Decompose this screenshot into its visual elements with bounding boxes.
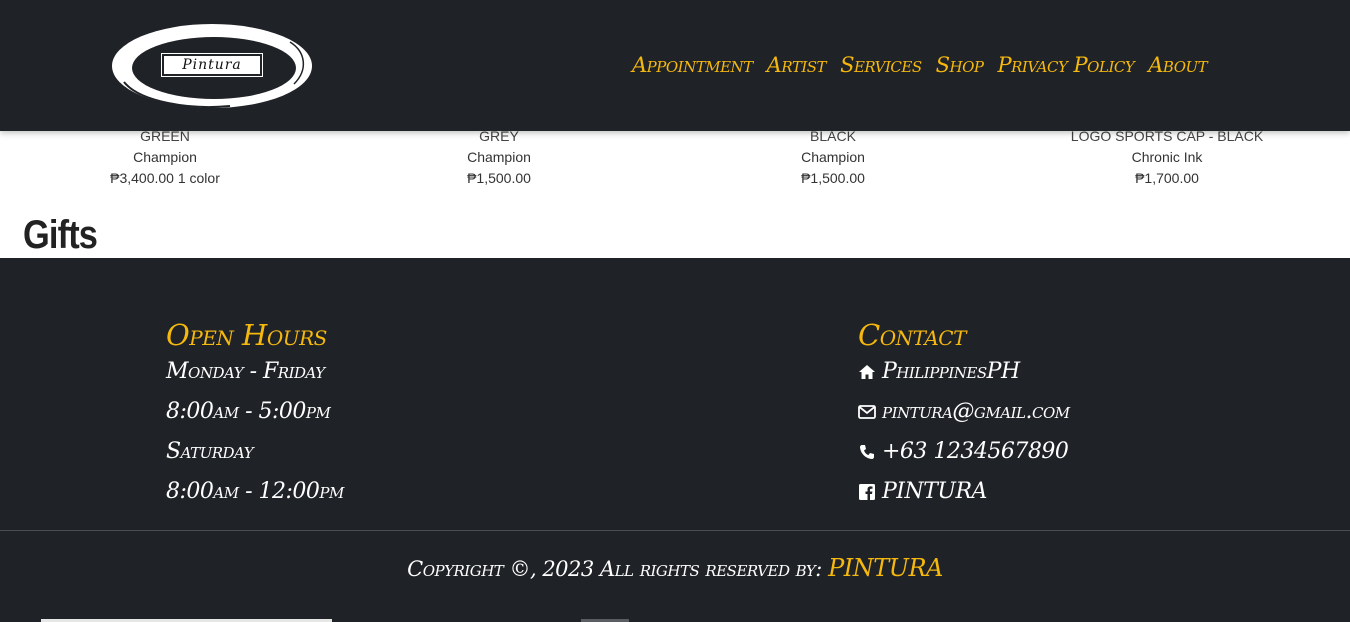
product-card[interactable]: LOGO SPORTS CAP - BLACK Chronic Ink ₱1,7… (1002, 126, 1332, 189)
copyright-brand-link[interactable]: PINTURA (828, 554, 943, 582)
nav-shop[interactable]: Shop (936, 50, 984, 80)
contact-phone-text[interactable]: +63 1234567890 (882, 432, 1069, 472)
contact-facebook[interactable]: PINTURA (858, 472, 1070, 512)
product-brand: Champion (133, 149, 197, 165)
contact-phone[interactable]: +63 1234567890 (858, 432, 1070, 472)
copyright: Copyright ©, 2023 All rights reserved by… (0, 548, 1350, 589)
footer-divider (0, 530, 1350, 531)
contact-column: Contact PhilippinesPH pintura@gmail.com … (858, 318, 1070, 512)
nav-services[interactable]: Services (840, 50, 922, 80)
contact-email-text[interactable]: pintura@gmail.com (882, 392, 1070, 432)
hours-days-saturday: Saturday (166, 439, 254, 464)
logo-text: Pintura (161, 53, 263, 77)
product-price: ₱1,500.00 (801, 170, 865, 186)
site-footer: Open Hours Monday - Friday 8:00am - 5:00… (0, 258, 1350, 622)
contact-email[interactable]: pintura@gmail.com (858, 392, 1070, 432)
hours-time-weekday: 8:00am - 5:00pm (166, 399, 331, 424)
product-brand: Champion (801, 149, 865, 165)
open-hours-title: Open Hours (166, 318, 327, 352)
nav-privacy-policy[interactable]: Privacy Policy (998, 50, 1135, 80)
site-logo[interactable]: Pintura (110, 22, 314, 110)
home-icon (858, 363, 876, 381)
product-card[interactable]: GREEN Champion ₱3,400.00 1 color (0, 126, 330, 189)
nav-artist[interactable]: Artist (767, 50, 827, 80)
contact-address: PhilippinesPH (858, 352, 1070, 392)
site-header: Pintura Appointment Artist Services Shop… (0, 0, 1350, 131)
product-card[interactable]: BLACK Champion ₱1,500.00 (668, 126, 998, 189)
facebook-icon (858, 483, 876, 501)
product-price: ₱1,500.00 (467, 170, 531, 186)
contact-facebook-text[interactable]: PINTURA (882, 472, 987, 512)
nav-appointment[interactable]: Appointment (632, 50, 753, 80)
phone-icon (858, 443, 876, 461)
product-brand: Champion (467, 149, 531, 165)
main-nav: Appointment Artist Services Shop Privacy… (632, 50, 1208, 80)
open-hours-column: Open Hours Monday - Friday 8:00am - 5:00… (166, 318, 344, 512)
hours-time-saturday: 8:00am - 12:00pm (166, 479, 344, 504)
section-heading-gifts: Gifts (23, 213, 98, 257)
product-price: ₱3,400.00 1 color (110, 170, 220, 186)
nav-about[interactable]: About (1148, 50, 1207, 80)
copyright-text: Copyright ©, 2023 All rights reserved by… (407, 557, 822, 581)
product-brand: Chronic Ink (1131, 149, 1203, 165)
product-card[interactable]: GREY Champion ₱1,500.00 (334, 126, 664, 189)
product-list: GREEN Champion ₱3,400.00 1 color GREY Ch… (0, 126, 1335, 196)
hours-days-weekday: Monday - Friday (166, 359, 325, 384)
product-price: ₱1,700.00 (1135, 170, 1199, 186)
envelope-icon (858, 403, 876, 421)
contact-address-text: PhilippinesPH (882, 359, 1020, 384)
contact-title: Contact (858, 318, 966, 352)
